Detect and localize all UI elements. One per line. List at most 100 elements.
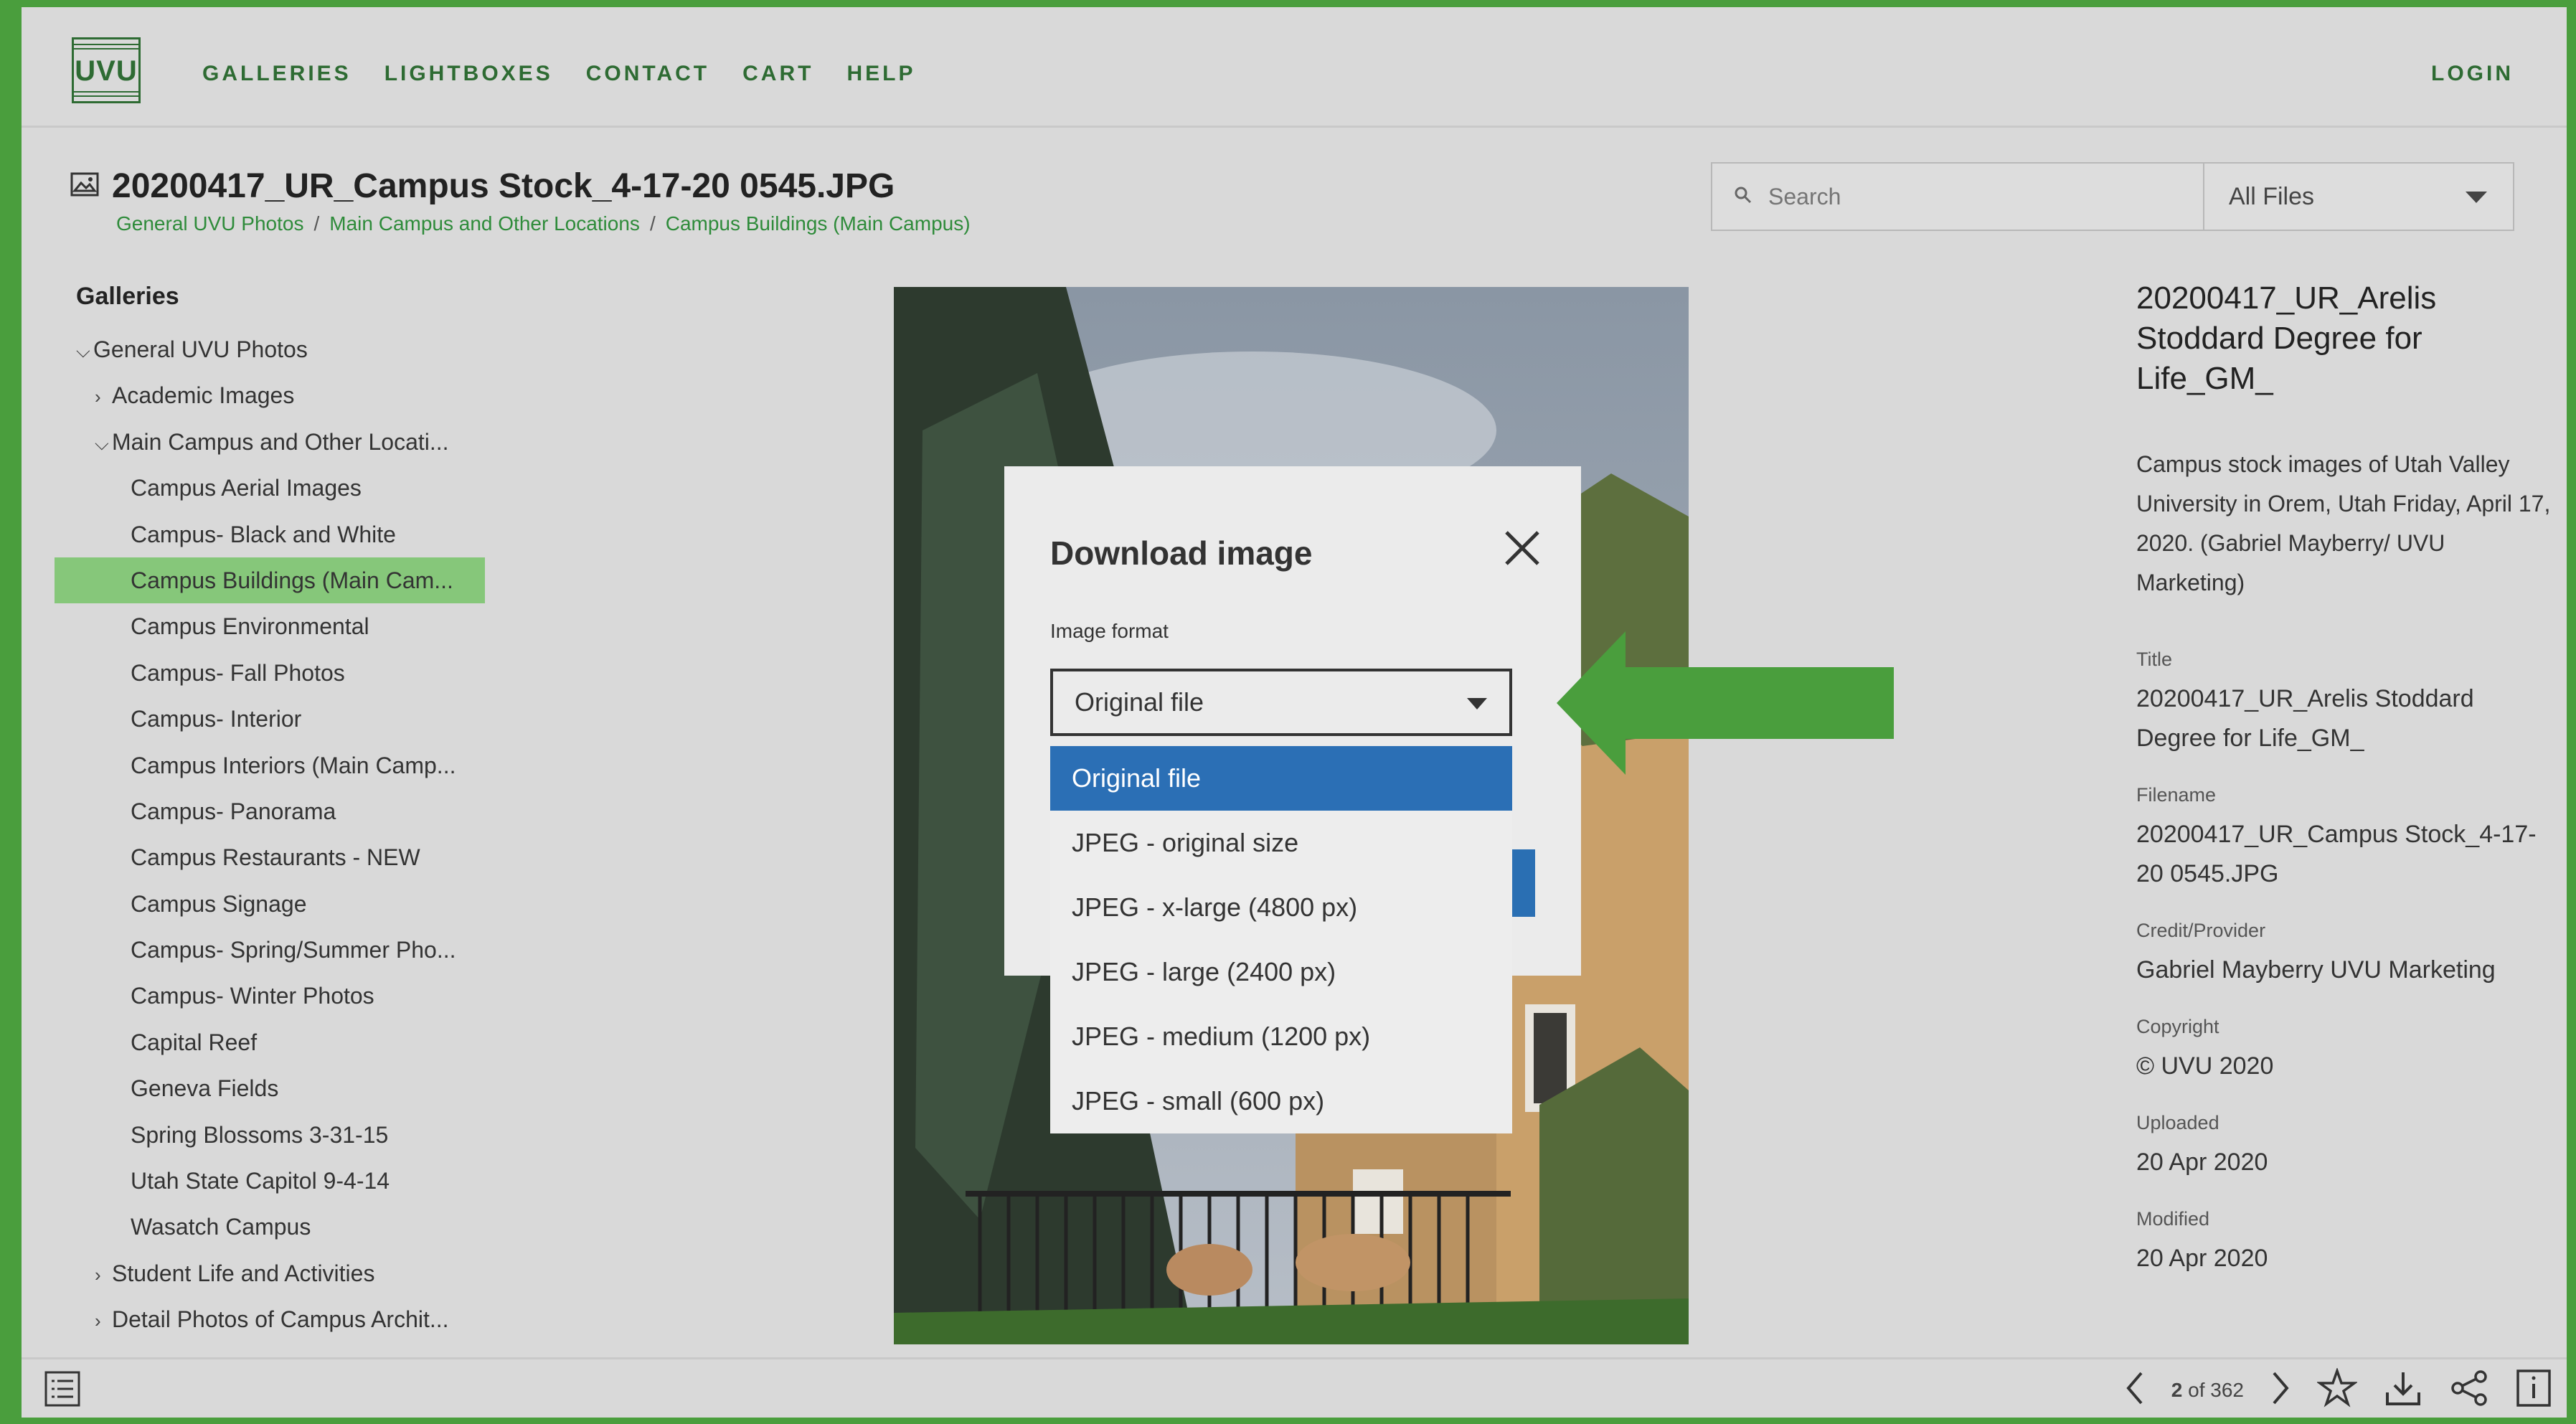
dialog-title: Download image bbox=[1050, 534, 1313, 572]
sidebar-item-label: Student Life and Activities bbox=[112, 1260, 375, 1286]
sidebar-item-campus-restaurants[interactable]: Campus Restaurants - NEW bbox=[55, 834, 514, 880]
format-option-jpeg-original[interactable]: JPEG - original size bbox=[1050, 811, 1512, 875]
chevron-right-icon[interactable] bbox=[2270, 1369, 2291, 1411]
share-icon[interactable] bbox=[2449, 1368, 2489, 1412]
main-nav-links: GALLERIES LIGHTBOXES CONTACT CART HELP bbox=[202, 62, 915, 86]
bottom-toolbar: 2 of 362 bbox=[22, 1357, 2567, 1418]
sidebar-item-general-uvu-photos[interactable]: ⌵ General UVU Photos bbox=[55, 326, 514, 372]
login-link[interactable]: LOGIN bbox=[2431, 62, 2514, 86]
sidebar-item-campus-aerial[interactable]: Campus Aerial Images bbox=[55, 465, 514, 511]
chevron-down-icon[interactable]: ⌵ bbox=[95, 420, 112, 466]
sidebar-item-campus-interiors-main[interactable]: Campus Interiors (Main Camp... bbox=[55, 742, 514, 788]
sidebar-item-campus-interior[interactable]: Campus- Interior bbox=[55, 696, 514, 742]
field-label: Filename bbox=[2136, 784, 2217, 806]
field-label: Uploaded bbox=[2136, 1112, 2219, 1133]
nav-lightboxes-link[interactable]: LIGHTBOXES bbox=[384, 62, 553, 86]
field-label: Credit/Provider bbox=[2136, 920, 2266, 941]
sidebar-item-main-campus[interactable]: ⌵ Main Campus and Other Locati... bbox=[55, 419, 514, 465]
download-icon[interactable] bbox=[2383, 1368, 2423, 1412]
search-bar: All Files bbox=[1711, 162, 2514, 231]
sidebar-item-label: Detail Photos of Campus Archit... bbox=[112, 1306, 449, 1333]
nav-cart-link[interactable]: CART bbox=[742, 62, 813, 86]
search-input[interactable] bbox=[1768, 183, 2141, 210]
info-icon[interactable] bbox=[2515, 1368, 2552, 1412]
sidebar-item-campus-signage[interactable]: Campus Signage bbox=[55, 881, 514, 927]
search-field bbox=[1712, 164, 2204, 230]
breadcrumb-item[interactable]: Main Campus and Other Locations bbox=[329, 212, 640, 235]
chevron-right-icon[interactable]: › bbox=[95, 374, 112, 420]
details-title: 20200417_UR_Arelis Stoddard Degree for L… bbox=[2136, 280, 2437, 396]
sidebar-item-campus-fall[interactable]: Campus- Fall Photos bbox=[55, 650, 514, 696]
format-option-jpeg-large[interactable]: JPEG - large (2400 px) bbox=[1050, 940, 1512, 1004]
search-icon bbox=[1734, 186, 1752, 208]
list-view-icon[interactable] bbox=[43, 1369, 82, 1412]
image-file-icon bbox=[70, 172, 99, 200]
sidebar-item-spring-blossoms[interactable]: Spring Blossoms 3-31-15 bbox=[55, 1112, 514, 1158]
sidebar-item-geneva-fields[interactable]: Geneva Fields bbox=[55, 1065, 514, 1111]
pager-of: of bbox=[2188, 1378, 2205, 1401]
sidebar-item-academic-images[interactable]: › Academic Images bbox=[55, 372, 514, 418]
app-frame: UVU GALLERIES LIGHTBOXES CONTACT CART HE… bbox=[22, 7, 2567, 1418]
chevron-down-icon[interactable]: ⌵ bbox=[76, 328, 93, 374]
file-filter-value: All Files bbox=[2229, 182, 2315, 210]
sidebar-item-detail-photos[interactable]: › Detail Photos of Campus Archit... bbox=[55, 1296, 514, 1342]
caret-down-icon bbox=[2464, 183, 2488, 211]
format-option-jpeg-xlarge[interactable]: JPEG - x-large (4800 px) bbox=[1050, 875, 1512, 940]
sidebar-item-capital-reef[interactable]: Capital Reef bbox=[55, 1019, 514, 1065]
field-value: 20200417_UR_Campus Stock_4-17-20 0545.JP… bbox=[2136, 821, 2537, 887]
page-title-row: 20200417_UR_Campus Stock_4-17-20 0545.JP… bbox=[70, 166, 895, 206]
format-option-original[interactable]: Original file bbox=[1050, 746, 1512, 811]
field-value: 20 Apr 2020 bbox=[2136, 1245, 2268, 1272]
file-filter-select[interactable]: All Files bbox=[2204, 164, 2513, 230]
field-label: Title bbox=[2136, 649, 2173, 670]
breadcrumb: General UVU Photos / Main Campus and Oth… bbox=[116, 212, 971, 235]
sidebar-item-student-life[interactable]: › Student Life and Activities bbox=[55, 1250, 514, 1296]
field-label: Modified bbox=[2136, 1208, 2210, 1230]
image-format-value: Original file bbox=[1075, 687, 1204, 717]
sidebar-item-campus-buildings[interactable]: Campus Buildings (Main Cam... bbox=[55, 557, 485, 604]
field-value: 20 Apr 2020 bbox=[2136, 1149, 2268, 1176]
sidebar-item-campus-black-white[interactable]: Campus- Black and White bbox=[55, 511, 514, 557]
image-format-select[interactable]: Original file bbox=[1050, 669, 1512, 736]
logo-text: UVU bbox=[75, 55, 138, 87]
field-label: Copyright bbox=[2136, 1016, 2219, 1037]
nav-galleries-link[interactable]: GALLERIES bbox=[202, 62, 352, 86]
sidebar-item-label: Main Campus and Other Locati... bbox=[112, 428, 449, 455]
breadcrumb-item[interactable]: General UVU Photos bbox=[116, 212, 303, 235]
breadcrumb-separator: / bbox=[649, 212, 656, 235]
sidebar-item-campus-panorama[interactable]: Campus- Panorama bbox=[55, 788, 514, 834]
sidebar-heading: Galleries bbox=[76, 283, 179, 310]
chevron-right-icon[interactable]: › bbox=[95, 1298, 112, 1344]
field-value: Gabriel Mayberry UVU Marketing bbox=[2136, 956, 2496, 984]
nav-help-link[interactable]: HELP bbox=[846, 62, 915, 86]
sidebar-item-campus-winter[interactable]: Campus- Winter Photos bbox=[55, 973, 514, 1019]
green-arrow-annotation bbox=[1557, 631, 1901, 778]
chevron-right-icon[interactable]: › bbox=[95, 1252, 112, 1298]
sidebar-item-campus-environmental[interactable]: Campus Environmental bbox=[55, 603, 514, 649]
sidebar-item-wasatch-campus[interactable]: Wasatch Campus bbox=[55, 1204, 514, 1250]
breadcrumb-item[interactable]: Campus Buildings (Main Campus) bbox=[666, 212, 971, 235]
format-option-jpeg-small[interactable]: JPEG - small (600 px) bbox=[1050, 1069, 1512, 1133]
chevron-left-icon[interactable] bbox=[2124, 1369, 2146, 1411]
close-icon[interactable] bbox=[1499, 525, 1545, 571]
field-value: 20200417_UR_Arelis Stoddard Degree for L… bbox=[2136, 685, 2474, 752]
details-description: Campus stock images of Utah Valley Unive… bbox=[2136, 451, 2551, 595]
image-details-panel: 20200417_UR_Arelis Stoddard Degree for L… bbox=[2136, 278, 2552, 1304]
field-value: © UVU 2020 bbox=[2136, 1052, 2274, 1080]
star-icon[interactable] bbox=[2316, 1367, 2359, 1412]
sidebar-item-utah-state-capitol[interactable]: Utah State Capitol 9-4-14 bbox=[55, 1158, 514, 1204]
pager-and-actions: 2 of 362 bbox=[2124, 1367, 2552, 1412]
image-format-label: Image format bbox=[1050, 620, 1169, 642]
sidebar-item-label: General UVU Photos bbox=[93, 336, 308, 362]
pager-current: 2 bbox=[2171, 1378, 2183, 1401]
uvu-logo[interactable]: UVU bbox=[72, 37, 141, 103]
logo-top-band bbox=[74, 44, 138, 49]
caret-down-icon bbox=[1466, 687, 1488, 717]
top-navigation: UVU GALLERIES LIGHTBOXES CONTACT CART HE… bbox=[22, 7, 2567, 128]
nav-contact-link[interactable]: CONTACT bbox=[586, 62, 709, 86]
format-option-jpeg-medium[interactable]: JPEG - medium (1200 px) bbox=[1050, 1004, 1512, 1069]
sidebar-item-label: Academic Images bbox=[112, 382, 295, 409]
pager-count: 2 of 362 bbox=[2171, 1379, 2244, 1402]
galleries-sidebar: Galleries ⌵ General UVU Photos › Academic … bbox=[55, 283, 514, 1343]
sidebar-item-campus-spring-summer[interactable]: Campus- Spring/Summer Pho... bbox=[55, 927, 514, 973]
